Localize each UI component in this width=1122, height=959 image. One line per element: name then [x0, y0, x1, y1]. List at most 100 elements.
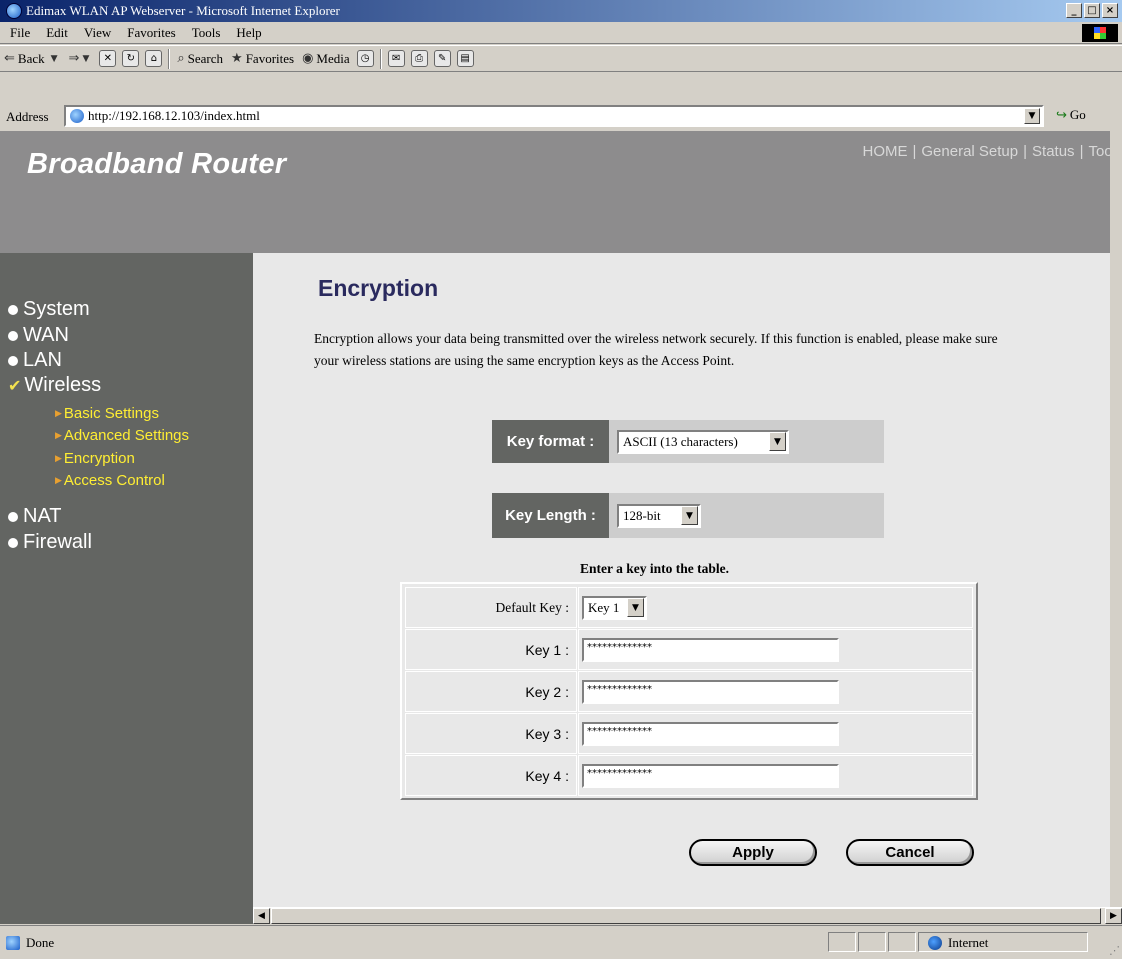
- default-key-label: Default Key :: [405, 587, 577, 628]
- menu-edit[interactable]: Edit: [38, 25, 76, 41]
- security-zone: Internet: [928, 935, 988, 951]
- windows-logo-icon: [1082, 24, 1118, 42]
- nav-home[interactable]: HOME: [862, 143, 907, 160]
- ie-icon: [6, 3, 22, 19]
- maximize-button[interactable]: □: [1084, 3, 1100, 18]
- address-input[interactable]: http://192.168.12.103/index.html ▼: [64, 105, 1044, 127]
- default-key-cell: Key 1 ▼: [578, 587, 973, 628]
- apply-button[interactable]: Apply: [689, 839, 817, 866]
- address-dropdown-icon[interactable]: ▼: [1024, 108, 1040, 124]
- refresh-icon[interactable]: ↻: [122, 50, 140, 67]
- sidebar-item-firewall[interactable]: Firewall: [8, 531, 92, 554]
- sidebar-subitem-label: Encryption: [63, 450, 135, 467]
- arrow-right-icon: ▶: [55, 430, 62, 441]
- sidebar-subitem-label: Advanced Settings: [63, 427, 190, 444]
- print-icon[interactable]: ⎙: [410, 50, 428, 67]
- scroll-right-icon[interactable]: ▶: [1105, 908, 1122, 924]
- back-label: Back: [17, 50, 45, 66]
- page-icon: [6, 935, 20, 950]
- mail-icon[interactable]: ✉: [387, 50, 405, 67]
- stop-icon[interactable]: ✕: [99, 50, 117, 67]
- key-3-input[interactable]: *************: [582, 721, 839, 746]
- cancel-button[interactable]: Cancel: [846, 839, 974, 866]
- search-button[interactable]: ⌕ Search: [173, 46, 227, 71]
- go-button[interactable]: ↪ Go: [1056, 107, 1086, 123]
- chevron-down-icon: ▼: [627, 598, 644, 617]
- sidebar-item-label: WAN: [23, 324, 69, 346]
- sidebar-subitem-access-control[interactable]: ▶ Access Control: [55, 472, 165, 489]
- top-nav: HOME|General Setup|Status|Tool: [862, 143, 1110, 160]
- toolbar-divider: [379, 48, 382, 69]
- minimize-button[interactable]: _: [1066, 3, 1082, 18]
- sidebar-item-label: NAT: [23, 505, 62, 527]
- menu-view[interactable]: View: [76, 25, 119, 41]
- history-icon[interactable]: ◷: [356, 50, 374, 67]
- chevron-down-icon: ▼: [50, 53, 58, 64]
- key-3-label: Key 3 :: [405, 713, 577, 754]
- key-length-panel: 128-bit ▼: [609, 493, 884, 538]
- arrow-right-icon: ▶: [55, 453, 62, 464]
- status-pane: [858, 932, 886, 952]
- horizontal-scrollbar[interactable]: ◀ ▶: [253, 907, 1122, 924]
- nav-status[interactable]: Status: [1032, 143, 1075, 160]
- edit-icon[interactable]: ✎: [433, 50, 451, 67]
- key-2-input[interactable]: *************: [582, 679, 839, 704]
- sidebar-item-nat[interactable]: NAT: [8, 505, 62, 528]
- menu-bar: File Edit View Favorites Tools Help: [0, 22, 1122, 44]
- sidebar-item-wan[interactable]: WAN: [8, 324, 69, 347]
- resize-grip-icon[interactable]: ⋰: [1109, 944, 1120, 957]
- back-button[interactable]: ⇐ Back ▼: [0, 46, 65, 71]
- nav-separator: |: [1023, 143, 1028, 160]
- menu-tools[interactable]: Tools: [184, 25, 229, 41]
- forward-button[interactable]: ⇒ ▼: [65, 46, 97, 71]
- arrow-right-icon: ▶: [55, 475, 62, 486]
- table-row: Key 3 : *************: [405, 713, 973, 754]
- key-length-row: Key Length : 128-bit ▼: [492, 493, 884, 538]
- key-4-input[interactable]: *************: [582, 763, 839, 788]
- vertical-scrollbar[interactable]: [1110, 131, 1122, 907]
- sidebar-subitem-encryption[interactable]: ▶ Encryption: [55, 450, 135, 467]
- bullet-icon: [8, 355, 18, 366]
- menu-favorites[interactable]: Favorites: [119, 25, 183, 41]
- scroll-left-icon[interactable]: ◀: [253, 908, 270, 924]
- home-icon[interactable]: ⌂: [145, 50, 163, 67]
- media-icon: ◉: [302, 51, 314, 66]
- bullet-icon: [8, 511, 18, 522]
- key-length-select[interactable]: 128-bit ▼: [617, 503, 701, 528]
- media-button[interactable]: ◉ Media: [298, 46, 354, 71]
- status-pane: [828, 932, 856, 952]
- key-2-cell: *************: [578, 671, 973, 712]
- table-row: Default Key : Key 1 ▼: [405, 587, 973, 628]
- sidebar-item-wireless[interactable]: ✔ Wireless: [8, 374, 101, 397]
- sidebar-item-lan[interactable]: LAN: [8, 349, 62, 372]
- status-pane: [888, 932, 916, 952]
- key-3-cell: *************: [578, 713, 973, 754]
- key-format-select[interactable]: ASCII (13 characters) ▼: [617, 429, 789, 454]
- default-key-value: Key 1: [588, 599, 620, 615]
- status-message: Done: [0, 935, 54, 951]
- menu-help[interactable]: Help: [228, 25, 269, 41]
- key-1-input[interactable]: *************: [582, 637, 839, 662]
- go-label: Go: [1069, 107, 1086, 122]
- nav-general-setup[interactable]: General Setup: [921, 143, 1018, 160]
- scroll-thumb[interactable]: [271, 908, 1101, 924]
- window-controls: _ □ ×: [1066, 3, 1118, 18]
- sidebar-subitem-label: Basic Settings: [63, 405, 159, 422]
- menu-file[interactable]: File: [0, 25, 38, 41]
- page-title: Encryption: [318, 275, 439, 301]
- favorites-button[interactable]: ★ Favorites: [227, 46, 298, 71]
- table-row: Key 1 : *************: [405, 629, 973, 670]
- sidebar-subitem-basic-settings[interactable]: ▶ Basic Settings: [55, 405, 159, 422]
- discuss-icon[interactable]: ▤: [456, 50, 474, 67]
- zone-label: Internet: [948, 935, 989, 950]
- main-panel: Encryption Encryption allows your data b…: [253, 253, 1110, 907]
- sidebar-item-system[interactable]: System: [8, 298, 90, 321]
- default-key-select[interactable]: Key 1 ▼: [582, 595, 647, 620]
- nav-tool[interactable]: Tool: [1088, 143, 1110, 160]
- close-button[interactable]: ×: [1102, 3, 1118, 18]
- key-2-label: Key 2 :: [405, 671, 577, 712]
- address-bar: Address http://192.168.12.103/index.html…: [0, 73, 1122, 130]
- bullet-icon: [8, 330, 18, 341]
- sidebar-subitem-advanced-settings[interactable]: ▶ Advanced Settings: [55, 427, 189, 444]
- key-1-cell: *************: [578, 629, 973, 670]
